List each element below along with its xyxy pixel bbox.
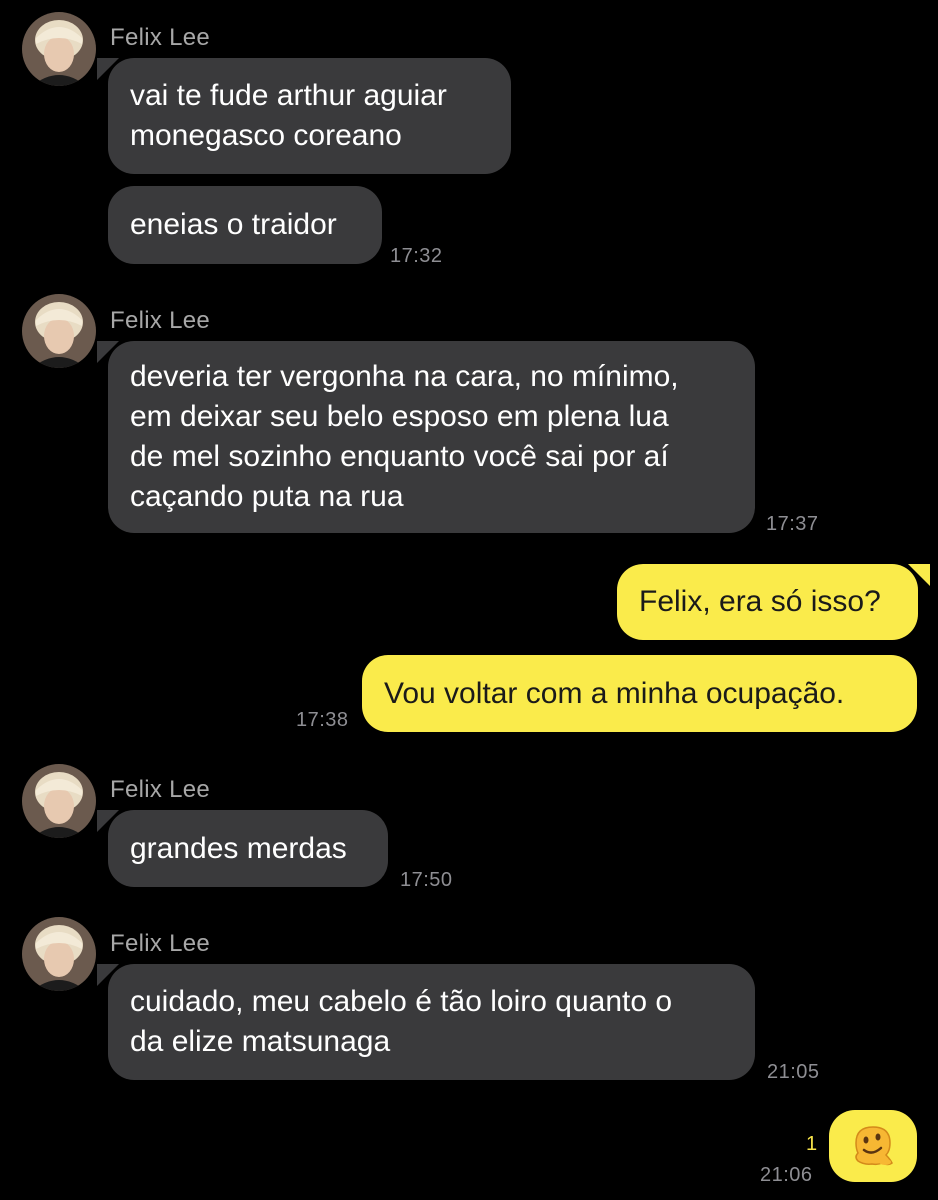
avatar[interactable] [22,294,96,368]
message-timestamp: 17:32 [390,245,443,267]
sender-name: Felix Lee [110,24,211,51]
message-bubble[interactable]: Vou voltar com a minha ocupação. [362,655,917,732]
unread-count: 1 [806,1133,818,1155]
message-timestamp: 21:06 [760,1164,813,1186]
message-text: cuidado, meu cabelo é tão loiro quanto o… [130,985,673,1058]
message-bubble[interactable] [829,1110,917,1182]
sender-name: Felix Lee [110,930,211,957]
message-bubble[interactable]: Felix, era só isso? [617,564,918,640]
message-bubble[interactable]: deveria ter vergonha na cara, no mínimo,… [108,341,755,533]
sender-name: Felix Lee [110,307,211,334]
message-timestamp: 17:50 [400,869,453,891]
message-bubble[interactable]: cuidado, meu cabelo é tão loiro quanto o… [108,964,755,1080]
message-text: grandes merdas [130,831,347,865]
message-timestamp: 21:05 [767,1061,820,1083]
message-timestamp: 17:38 [296,709,349,731]
sender-name: Felix Lee [110,776,211,803]
message-text: Felix, era só isso? [639,585,881,618]
message-text: eneias o traidor [130,208,337,241]
message-text: Vou voltar com a minha ocupação. [384,676,845,710]
message-text: vai te fude arthur aguiar monegasco core… [130,79,447,152]
message-bubble[interactable]: vai te fude arthur aguiar monegasco core… [108,58,511,174]
avatar[interactable] [22,917,96,991]
avatar[interactable] [22,12,96,86]
message-bubble[interactable]: grandes merdas [108,810,388,887]
message-timestamp: 17:37 [766,513,819,535]
message-bubble[interactable]: eneias o traidor [108,186,382,264]
melting-face-emoji-icon [850,1123,896,1169]
message-text: deveria ter vergonha na cara, no mínimo,… [130,360,679,513]
avatar[interactable] [22,764,96,838]
